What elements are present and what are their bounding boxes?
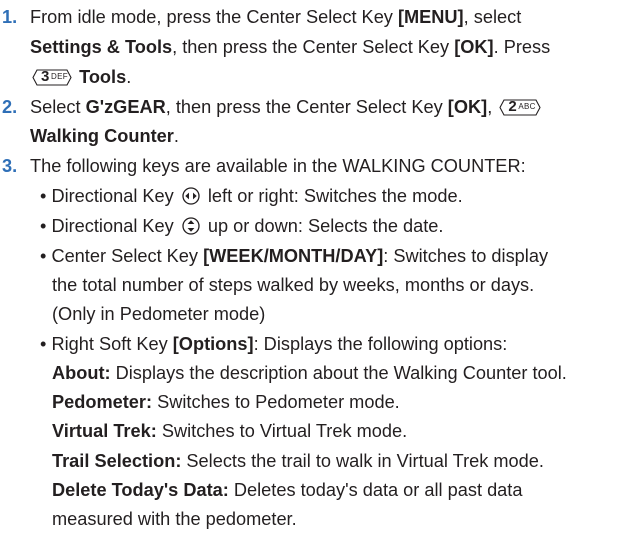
tools-label: Tools (79, 67, 127, 87)
week-month-day-key-label: [WEEK/MONTH/DAY] (203, 246, 384, 266)
option-delete-todays-data: Delete Today's Data: Deletes today's dat… (52, 480, 523, 500)
settings-tools-label: Settings & Tools (30, 37, 173, 57)
list-item: • Directional Key left or right: Switche… (40, 186, 463, 206)
bullet: • (40, 186, 47, 206)
walking-counter-label: Walking Counter (30, 126, 174, 146)
manual-page: 1. From idle mode, press the Center Sele… (0, 0, 633, 548)
step-2-line-2: Walking Counter. (30, 126, 179, 146)
list-item-continuation: (Only in Pedometer mode) (52, 304, 266, 324)
menu-key-label: [MENU] (397, 7, 464, 27)
step-number: 3. (2, 156, 18, 176)
bullet: • (40, 334, 47, 354)
option-pedometer: Pedometer: Switches to Pedometer mode. (52, 392, 400, 412)
bullet: • (40, 216, 47, 236)
step-1-line-2: Settings & Tools, then press the Center … (30, 37, 551, 57)
list-item-continuation: the total number of steps walked by week… (52, 275, 535, 295)
option-virtual-trek: Virtual Trek: Switches to Virtual Trek m… (52, 421, 408, 441)
dpad-up-down-icon (182, 217, 200, 235)
step-1-line-1: From idle mode, press the Center Select … (30, 7, 522, 27)
step-number: 2. (2, 97, 18, 117)
keypad-key-icon: 2 ABC (499, 98, 541, 116)
ok-key-label: [OK] (447, 97, 488, 117)
step-number: 1. (2, 7, 18, 27)
option-trail-selection: Trail Selection: Selects the trail to wa… (52, 451, 544, 471)
dpad-left-right-icon (182, 187, 200, 205)
ok-key-label: [OK] (454, 37, 494, 57)
step-2-line-1: Select G'zGEAR, then press the Center Se… (30, 94, 543, 121)
list-item-continuation: measured with the pedometer. (52, 509, 297, 529)
list-item: • Right Soft Key [Options]: Displays the… (40, 334, 508, 354)
list-item: • Directional Key up or down: Selects th… (40, 216, 444, 236)
keypad-key-icon: 3 DEF (32, 68, 72, 86)
option-about: About: Displays the description about th… (52, 363, 567, 383)
gzgear-label: G'zGEAR (85, 97, 166, 117)
step-1-line-3: 3 DEF Tools. (30, 64, 131, 91)
bullet: • (40, 246, 47, 266)
options-key-label: [Options] (172, 334, 254, 354)
list-item: • Center Select Key [WEEK/MONTH/DAY]: Sw… (40, 246, 549, 266)
step-3-intro: The following keys are available in the … (30, 156, 526, 176)
